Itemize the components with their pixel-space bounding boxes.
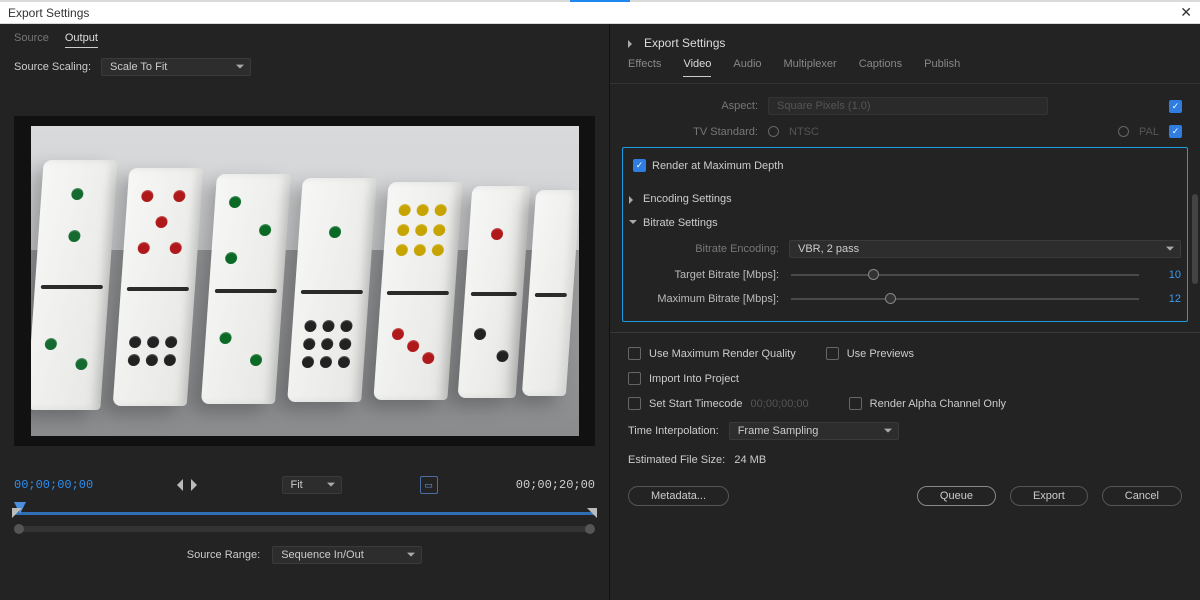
target-bitrate-value[interactable]: 10 [1151, 269, 1181, 281]
aspect-correction-icon[interactable]: ▭ [420, 476, 438, 494]
export-settings-header: Export Settings [644, 36, 725, 50]
aspect-label: Aspect: [628, 100, 758, 112]
source-scaling-label: Source Scaling: [14, 61, 91, 73]
import-into-project-checkbox[interactable] [628, 372, 641, 385]
set-start-tc-label: Set Start Timecode [649, 398, 743, 410]
use-previews-checkbox[interactable] [826, 347, 839, 360]
tab-audio[interactable]: Audio [733, 58, 761, 77]
video-preview [14, 116, 595, 446]
chevron-down-icon[interactable] [629, 220, 637, 228]
next-frame-icon[interactable] [191, 479, 203, 491]
time-interp-select[interactable]: Frame Sampling [729, 422, 899, 440]
prev-frame-icon[interactable] [171, 479, 183, 491]
tab-output[interactable]: Output [65, 32, 98, 48]
render-alpha-label: Render Alpha Channel Only [870, 398, 1006, 410]
tvstd-pal-radio [1118, 126, 1129, 137]
tab-captions[interactable]: Captions [859, 58, 902, 77]
titlebar: Export Settings ✕ [0, 0, 1200, 24]
start-tc-value: 00;00;00;00 [751, 398, 809, 410]
chevron-right-icon[interactable] [629, 196, 637, 204]
set-start-tc-checkbox[interactable] [628, 397, 641, 410]
settings-pane: Export Settings Effects Video Audio Mult… [610, 24, 1200, 600]
encoding-settings-header: Encoding Settings [643, 193, 732, 205]
source-range-label: Source Range: [187, 549, 260, 561]
use-max-quality-label: Use Maximum Render Quality [649, 348, 796, 360]
tab-effects[interactable]: Effects [628, 58, 661, 77]
timecode-current[interactable]: 00;00;00;00 [14, 478, 93, 492]
zoom-scrollbar[interactable] [14, 526, 595, 532]
target-bitrate-label: Target Bitrate [Mbps]: [629, 269, 779, 281]
use-previews-label: Use Previews [847, 348, 914, 360]
bitrate-encoding-select[interactable]: VBR, 2 pass [789, 240, 1181, 258]
preview-pane: Source Output Source Scaling: Scale To F… [0, 24, 610, 600]
tab-source[interactable]: Source [14, 32, 49, 48]
bitrate-settings-header: Bitrate Settings [643, 217, 718, 229]
aspect-select: Square Pixels (1.0) [768, 97, 1048, 115]
metadata-button[interactable]: Metadata... [628, 486, 729, 506]
render-alpha-checkbox[interactable] [849, 397, 862, 410]
bitrate-encoding-label: Bitrate Encoding: [629, 243, 779, 255]
render-max-depth-label: Render at Maximum Depth [652, 160, 783, 172]
time-interp-label: Time Interpolation: [628, 425, 719, 437]
in-point-icon[interactable] [12, 508, 22, 518]
source-scaling-select[interactable]: Scale To Fit [101, 58, 251, 76]
est-file-size-label: Estimated File Size: [628, 454, 725, 466]
tvstd-match-checkbox[interactable]: ✓ [1169, 125, 1182, 138]
est-file-size-value: 24 MB [734, 454, 766, 466]
tab-publish[interactable]: Publish [924, 58, 960, 77]
source-range-select[interactable]: Sequence In/Out [272, 546, 422, 564]
import-into-project-label: Import Into Project [649, 373, 739, 385]
close-icon[interactable]: ✕ [1180, 4, 1192, 21]
tab-multiplexer[interactable]: Multiplexer [784, 58, 837, 77]
export-button[interactable]: Export [1010, 486, 1088, 506]
tab-video[interactable]: Video [683, 58, 711, 77]
highlighted-settings: ✓ Render at Maximum Depth Encoding Setti… [622, 147, 1188, 322]
use-max-quality-checkbox[interactable] [628, 347, 641, 360]
lower-options: Use Maximum Render Quality Use Previews … [610, 332, 1200, 480]
max-bitrate-value[interactable]: 12 [1151, 293, 1181, 305]
tvstd-ntsc-text: NTSC [789, 126, 819, 138]
aspect-match-checkbox[interactable]: ✓ [1169, 100, 1182, 113]
out-point-icon[interactable] [587, 508, 597, 518]
cancel-button[interactable]: Cancel [1102, 486, 1182, 506]
tvstd-label: TV Standard: [628, 126, 758, 138]
settings-scrollbar[interactable] [1192, 194, 1198, 284]
window-title: Export Settings [8, 6, 89, 20]
timecode-duration: 00;00;20;00 [516, 478, 595, 492]
tvstd-pal-text: PAL [1139, 126, 1159, 138]
target-bitrate-slider[interactable] [791, 274, 1139, 276]
tvstd-ntsc-radio [768, 126, 779, 137]
max-bitrate-label: Maximum Bitrate [Mbps]: [629, 293, 779, 305]
max-bitrate-slider[interactable] [791, 298, 1139, 300]
queue-button[interactable]: Queue [917, 486, 996, 506]
zoom-select[interactable]: Fit [282, 476, 342, 494]
chevron-right-icon[interactable] [628, 40, 636, 48]
render-max-depth-checkbox[interactable]: ✓ [633, 159, 646, 172]
timeline[interactable] [14, 502, 595, 524]
